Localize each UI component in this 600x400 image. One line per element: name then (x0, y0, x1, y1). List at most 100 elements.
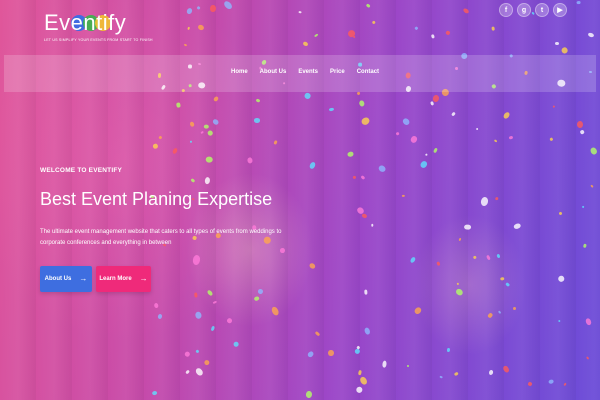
confetti-piece (153, 302, 159, 308)
confetti-piece (253, 295, 260, 301)
facebook-icon[interactable]: f (499, 3, 513, 17)
nav-item-home[interactable]: Home (231, 69, 248, 75)
logo-wordmark: Eventify (44, 12, 130, 34)
confetti-piece (577, 121, 584, 129)
nav-item-contact[interactable]: Contact (357, 69, 379, 75)
confetti-piece (502, 365, 511, 374)
confetti-piece (196, 5, 201, 11)
confetti-piece (409, 134, 419, 144)
arrow-right-icon: → (139, 274, 148, 283)
confetti-piece (581, 205, 585, 209)
nav-bar: Home About Us Events Price Contact (4, 55, 596, 92)
confetti-piece (352, 175, 357, 179)
confetti-piece (439, 375, 443, 379)
confetti-piece (585, 356, 590, 361)
learn-more-button-label: Learn More (99, 276, 132, 282)
confetti-piece (190, 177, 196, 183)
confetti-piece (309, 160, 317, 170)
confetti-piece (359, 115, 371, 126)
confetti-piece (563, 382, 567, 387)
confetti-piece (579, 129, 585, 135)
about-us-button[interactable]: About Us → (40, 266, 92, 292)
nav-item-about-us[interactable]: About Us (260, 69, 287, 75)
confetti-piece (432, 147, 439, 154)
confetti-piece (156, 314, 163, 320)
confetti-piece (549, 137, 554, 142)
confetti-piece (381, 360, 387, 368)
confetti-piece (246, 157, 253, 165)
confetti-piece (476, 127, 479, 131)
confetti-piece (304, 91, 312, 100)
confetti-piece (436, 261, 441, 267)
confetti-piece (355, 385, 364, 395)
confetti-piece (464, 224, 472, 231)
confetti-piece (185, 7, 193, 16)
confetti-piece (194, 367, 205, 378)
confetti-piece (225, 317, 233, 325)
confetti-piece (451, 111, 457, 117)
confetti-piece (577, 0, 582, 4)
confetti-piece (207, 129, 215, 137)
confetti-piece (458, 237, 462, 241)
learn-more-button[interactable]: Learn More → (96, 266, 151, 292)
confetti-piece (558, 211, 564, 217)
confetti-piece (204, 176, 211, 184)
confetti-piece (508, 136, 513, 141)
arrow-right-icon: → (79, 274, 88, 283)
confetti-piece (561, 46, 569, 54)
confetti-piece (419, 159, 429, 169)
confetti-piece (590, 184, 595, 188)
confetti-piece (432, 94, 441, 103)
confetti-piece (554, 41, 560, 46)
confetti-piece (270, 305, 280, 317)
confetti-piece (210, 325, 216, 332)
confetti-piece (493, 139, 498, 144)
confetti-piece (584, 318, 592, 327)
confetti-piece (204, 156, 213, 164)
confetti-piece (328, 349, 335, 357)
confetti-piece (314, 330, 320, 337)
confetti-piece (504, 282, 510, 288)
confetti-piece (400, 117, 411, 127)
confetti-piece (192, 254, 201, 265)
confetti-piece (364, 327, 371, 336)
confetti-piece (547, 379, 555, 385)
confetti-piece (233, 341, 240, 348)
confetti-piece (313, 32, 319, 38)
confetti-piece (527, 380, 533, 387)
nav-item-price[interactable]: Price (330, 69, 345, 75)
confetti-piece (184, 350, 192, 358)
twitter-icon[interactable]: t (535, 3, 549, 17)
youtube-icon[interactable]: ▶ (553, 3, 567, 17)
nav-item-events[interactable]: Events (298, 69, 318, 75)
confetti-piece (151, 390, 158, 396)
confetti-piece (472, 255, 477, 260)
confetti-piece (253, 118, 260, 123)
confetti-piece (184, 43, 188, 47)
confetti-piece (328, 107, 335, 112)
confetti-piece (414, 26, 419, 31)
confetti-piece (430, 33, 435, 39)
confetti-piece (187, 26, 191, 31)
confetti-piece (203, 124, 209, 130)
confetti-piece (402, 194, 406, 197)
google-plus-icon[interactable]: g (517, 3, 531, 17)
confetti-piece (210, 5, 216, 13)
confetti-piece (424, 153, 428, 156)
confetti-piece (361, 213, 369, 219)
confetti-piece (306, 350, 315, 359)
confetti-piece (223, 0, 234, 11)
confetti-piece (486, 312, 494, 319)
social-links: f g t ▶ (499, 3, 567, 17)
confetti-piece (486, 254, 492, 261)
confetti-piece (213, 96, 220, 102)
confetti-piece (490, 26, 495, 31)
confetti-piece (255, 97, 260, 103)
confetti-piece (359, 376, 369, 386)
confetti-piece (395, 131, 400, 136)
confetti-piece (513, 223, 522, 230)
site-logo[interactable]: Eventify LET US SIMPLIFY YOUR EVENTS FRO… (44, 12, 153, 43)
confetti-piece (363, 289, 368, 295)
confetti-piece (153, 143, 159, 149)
confetti-piece (462, 7, 471, 15)
